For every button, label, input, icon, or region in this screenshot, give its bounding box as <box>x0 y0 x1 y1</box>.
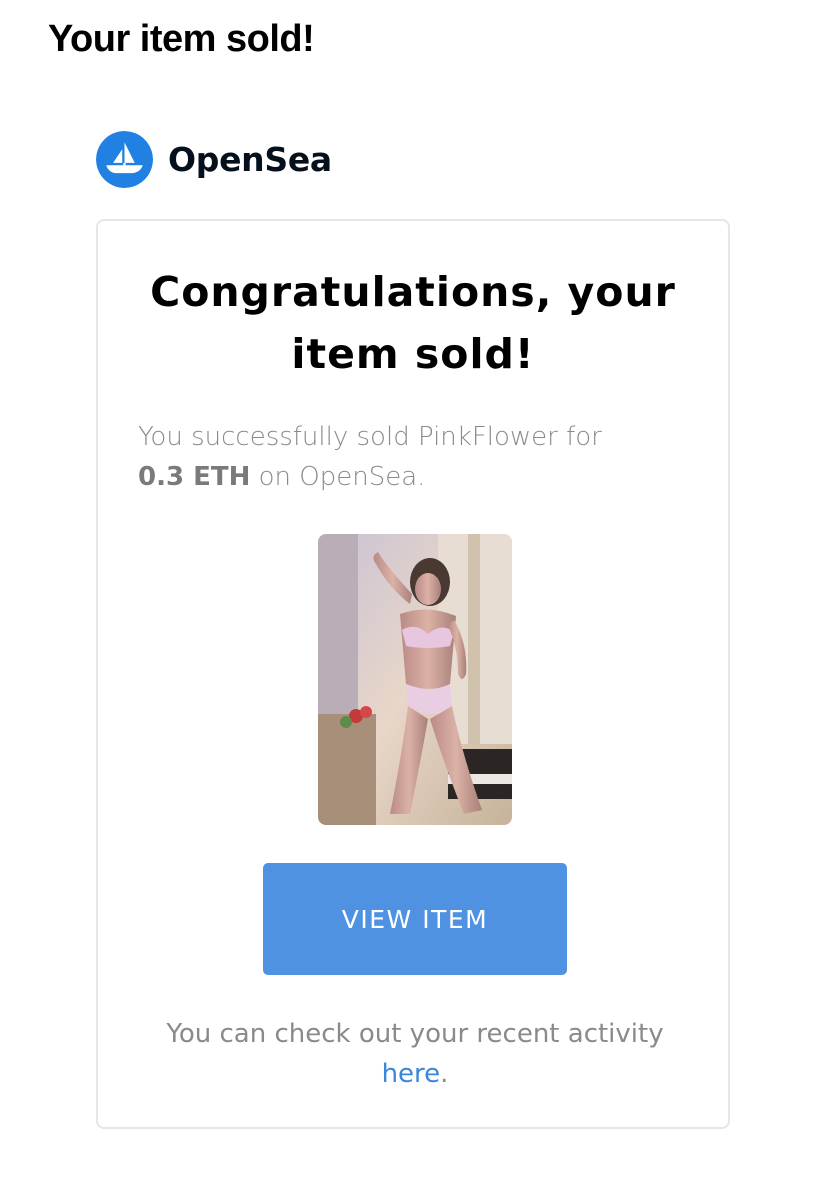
opensea-brand-header: OpenSea <box>96 131 332 188</box>
sale-price: 0.3 ETH <box>138 462 251 492</box>
brand-name: OpenSea <box>168 140 332 179</box>
opensea-ship-icon <box>96 131 153 188</box>
sale-notification-card: Congratulations, your item sold! You suc… <box>96 219 730 1129</box>
recent-activity-note: You can check out your recent activity he… <box>118 1014 712 1094</box>
message-prefix: You successfully sold PinkFlower for <box>138 422 602 452</box>
recent-activity-text: You can check out your recent activity <box>166 1019 664 1049</box>
footer-period: . <box>440 1059 449 1089</box>
sale-message: You successfully sold PinkFlower for 0.3 … <box>138 417 698 497</box>
item-artwork-image <box>318 534 512 825</box>
message-suffix: on OpenSea. <box>250 462 426 492</box>
email-subject: Your item sold! <box>48 18 315 60</box>
congratulations-heading: Congratulations, your item sold! <box>98 261 728 385</box>
heading-line-2: item sold! <box>291 330 535 378</box>
heading-line-1: Congratulations, your <box>150 268 676 316</box>
recent-activity-link[interactable]: here <box>382 1059 441 1089</box>
view-item-button[interactable]: VIEW ITEM <box>263 863 567 975</box>
